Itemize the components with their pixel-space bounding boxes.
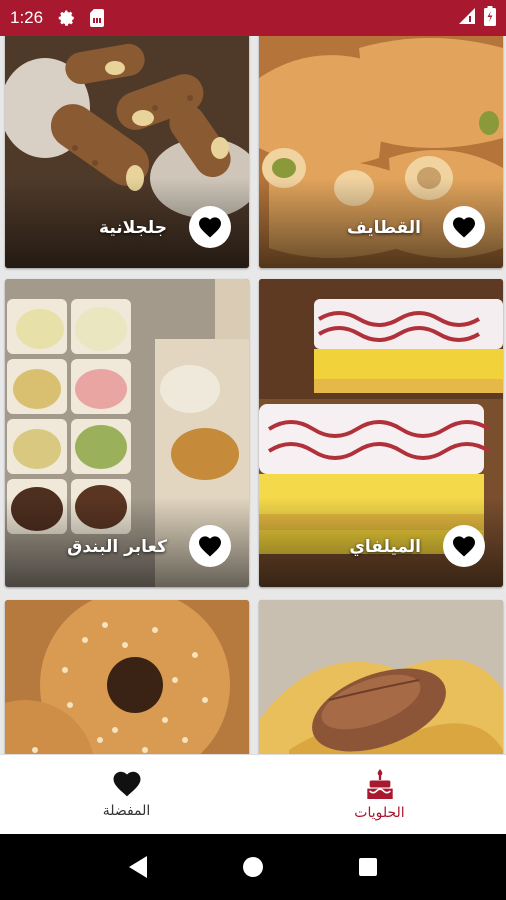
recents-button[interactable] bbox=[348, 847, 388, 887]
bottom-navigation: المفضلة الحلويات bbox=[0, 754, 506, 834]
favorite-button[interactable] bbox=[443, 206, 485, 248]
dessert-name: كعابر البندق bbox=[67, 537, 167, 557]
favorite-button[interactable] bbox=[443, 525, 485, 567]
cake-icon bbox=[366, 768, 393, 799]
nav-favorites[interactable]: المفضلة bbox=[0, 755, 253, 834]
nav-favorites-label: المفضلة bbox=[102, 803, 151, 819]
dessert-name: جلجلانية bbox=[99, 218, 167, 238]
heart-icon bbox=[453, 536, 475, 557]
dessert-card[interactable]: جلجلانية bbox=[5, 36, 249, 268]
dessert-photo bbox=[259, 600, 503, 754]
gear-icon bbox=[57, 8, 77, 28]
dessert-card[interactable]: كعابر البندق bbox=[5, 279, 249, 587]
heart-icon bbox=[453, 217, 475, 238]
favorite-button[interactable] bbox=[189, 525, 231, 567]
system-navigation-bar bbox=[0, 834, 506, 900]
home-button[interactable] bbox=[233, 847, 273, 887]
status-bar: 1:26 bbox=[0, 0, 506, 36]
dessert-card[interactable]: الميلفاي bbox=[259, 279, 503, 587]
back-icon bbox=[128, 856, 147, 878]
dessert-name: الميلفاي bbox=[349, 537, 421, 557]
signal-icon bbox=[458, 7, 476, 29]
status-time: 1:26 bbox=[10, 8, 44, 27]
battery-icon bbox=[484, 6, 496, 30]
nav-desserts-label: الحلويات bbox=[354, 804, 405, 821]
dessert-name: القطايف bbox=[346, 218, 421, 238]
dessert-card[interactable]: القطايف bbox=[259, 36, 503, 268]
nav-desserts[interactable]: الحلويات bbox=[253, 755, 506, 834]
heart-icon bbox=[113, 771, 140, 797]
back-button[interactable] bbox=[118, 847, 158, 887]
home-icon bbox=[242, 857, 263, 877]
heart-icon bbox=[199, 217, 221, 238]
dessert-card[interactable] bbox=[5, 600, 249, 754]
sim-card-icon bbox=[87, 8, 107, 28]
dessert-card[interactable] bbox=[259, 600, 503, 754]
dessert-grid: جلجلانية القطايف كعابر البندق الميلفاي bbox=[0, 36, 506, 754]
dessert-photo bbox=[5, 600, 249, 754]
recents-icon bbox=[359, 858, 378, 876]
favorite-button[interactable] bbox=[189, 206, 231, 248]
heart-icon bbox=[199, 536, 221, 557]
